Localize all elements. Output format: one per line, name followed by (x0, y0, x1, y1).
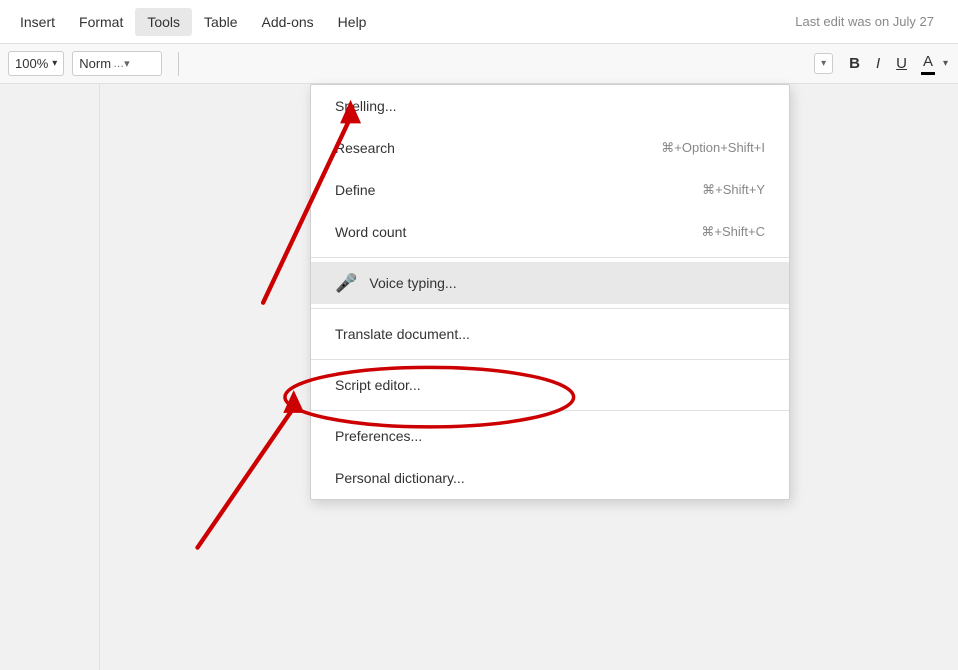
font-arrow: ▾ (821, 58, 826, 69)
arrow-to-voice-typing (198, 390, 305, 547)
personal-dictionary-label: Personal dictionary... (335, 470, 765, 486)
font-color-indicator (921, 72, 935, 75)
toolbar: 100% ▾ Norm …▾ ▾ B I U A ▾ (0, 44, 958, 84)
research-label: Research (335, 140, 637, 156)
zoom-value: 100% (15, 56, 48, 71)
menu-item-addons[interactable]: Add-ons (250, 8, 326, 36)
menu-item-script-editor[interactable]: Script editor... (311, 364, 789, 406)
separator-3 (311, 359, 789, 360)
style-selector[interactable]: Norm …▾ (72, 51, 162, 76)
font-color-label: A (923, 53, 933, 70)
menu-item-translate[interactable]: Translate document... (311, 313, 789, 355)
voice-typing-label: Voice typing... (369, 275, 765, 291)
menu-bar: Insert Format Tools Table Add-ons Help L… (0, 0, 958, 44)
doc-sidebar (0, 84, 100, 670)
style-value: Norm (79, 56, 111, 71)
menu-item-personal-dictionary[interactable]: Personal dictionary... (311, 457, 789, 499)
menu-item-table[interactable]: Table (192, 8, 249, 36)
content-area: Spelling... Research ⌘+Option+Shift+I De… (0, 84, 958, 670)
font-color-arrow[interactable]: ▾ (941, 54, 950, 73)
research-shortcut: ⌘+Option+Shift+I (661, 140, 765, 156)
toolbar-divider-1 (178, 52, 179, 76)
spelling-label: Spelling... (335, 98, 765, 114)
style-arrow: …▾ (113, 57, 130, 70)
font-selector[interactable]: ▾ (814, 53, 833, 74)
translate-label: Translate document... (335, 326, 765, 342)
tools-dropdown-menu: Spelling... Research ⌘+Option+Shift+I De… (310, 84, 790, 500)
menu-item-format[interactable]: Format (67, 8, 135, 36)
preferences-label: Preferences... (335, 428, 765, 444)
menu-item-preferences[interactable]: Preferences... (311, 415, 789, 457)
menu-item-define[interactable]: Define ⌘+Shift+Y (311, 169, 789, 211)
menu-item-tools[interactable]: Tools (135, 8, 192, 36)
define-shortcut: ⌘+Shift+Y (702, 182, 765, 198)
script-editor-label: Script editor... (335, 377, 765, 393)
underline-button[interactable]: U (888, 51, 915, 76)
menu-item-word-count[interactable]: Word count ⌘+Shift+C (311, 211, 789, 253)
bold-button[interactable]: B (841, 51, 868, 76)
menu-item-spelling[interactable]: Spelling... (311, 85, 789, 127)
menu-item-research[interactable]: Research ⌘+Option+Shift+I (311, 127, 789, 169)
font-color-button[interactable]: A (915, 49, 941, 79)
italic-button[interactable]: I (868, 51, 888, 76)
microphone-icon: 🎤 (335, 273, 357, 294)
zoom-arrow: ▾ (52, 58, 57, 69)
word-count-shortcut: ⌘+Shift+C (701, 224, 765, 240)
last-edit-label: Last edit was on July 27 (795, 14, 950, 29)
menu-item-voice-typing[interactable]: 🎤 Voice typing... (311, 262, 789, 304)
word-count-label: Word count (335, 224, 677, 240)
separator-1 (311, 257, 789, 258)
define-label: Define (335, 182, 678, 198)
menu-item-insert[interactable]: Insert (8, 8, 67, 36)
separator-4 (311, 410, 789, 411)
zoom-selector[interactable]: 100% ▾ (8, 51, 64, 76)
separator-2 (311, 308, 789, 309)
doc-area: Spelling... Research ⌘+Option+Shift+I De… (100, 84, 958, 670)
menu-item-help[interactable]: Help (326, 8, 379, 36)
